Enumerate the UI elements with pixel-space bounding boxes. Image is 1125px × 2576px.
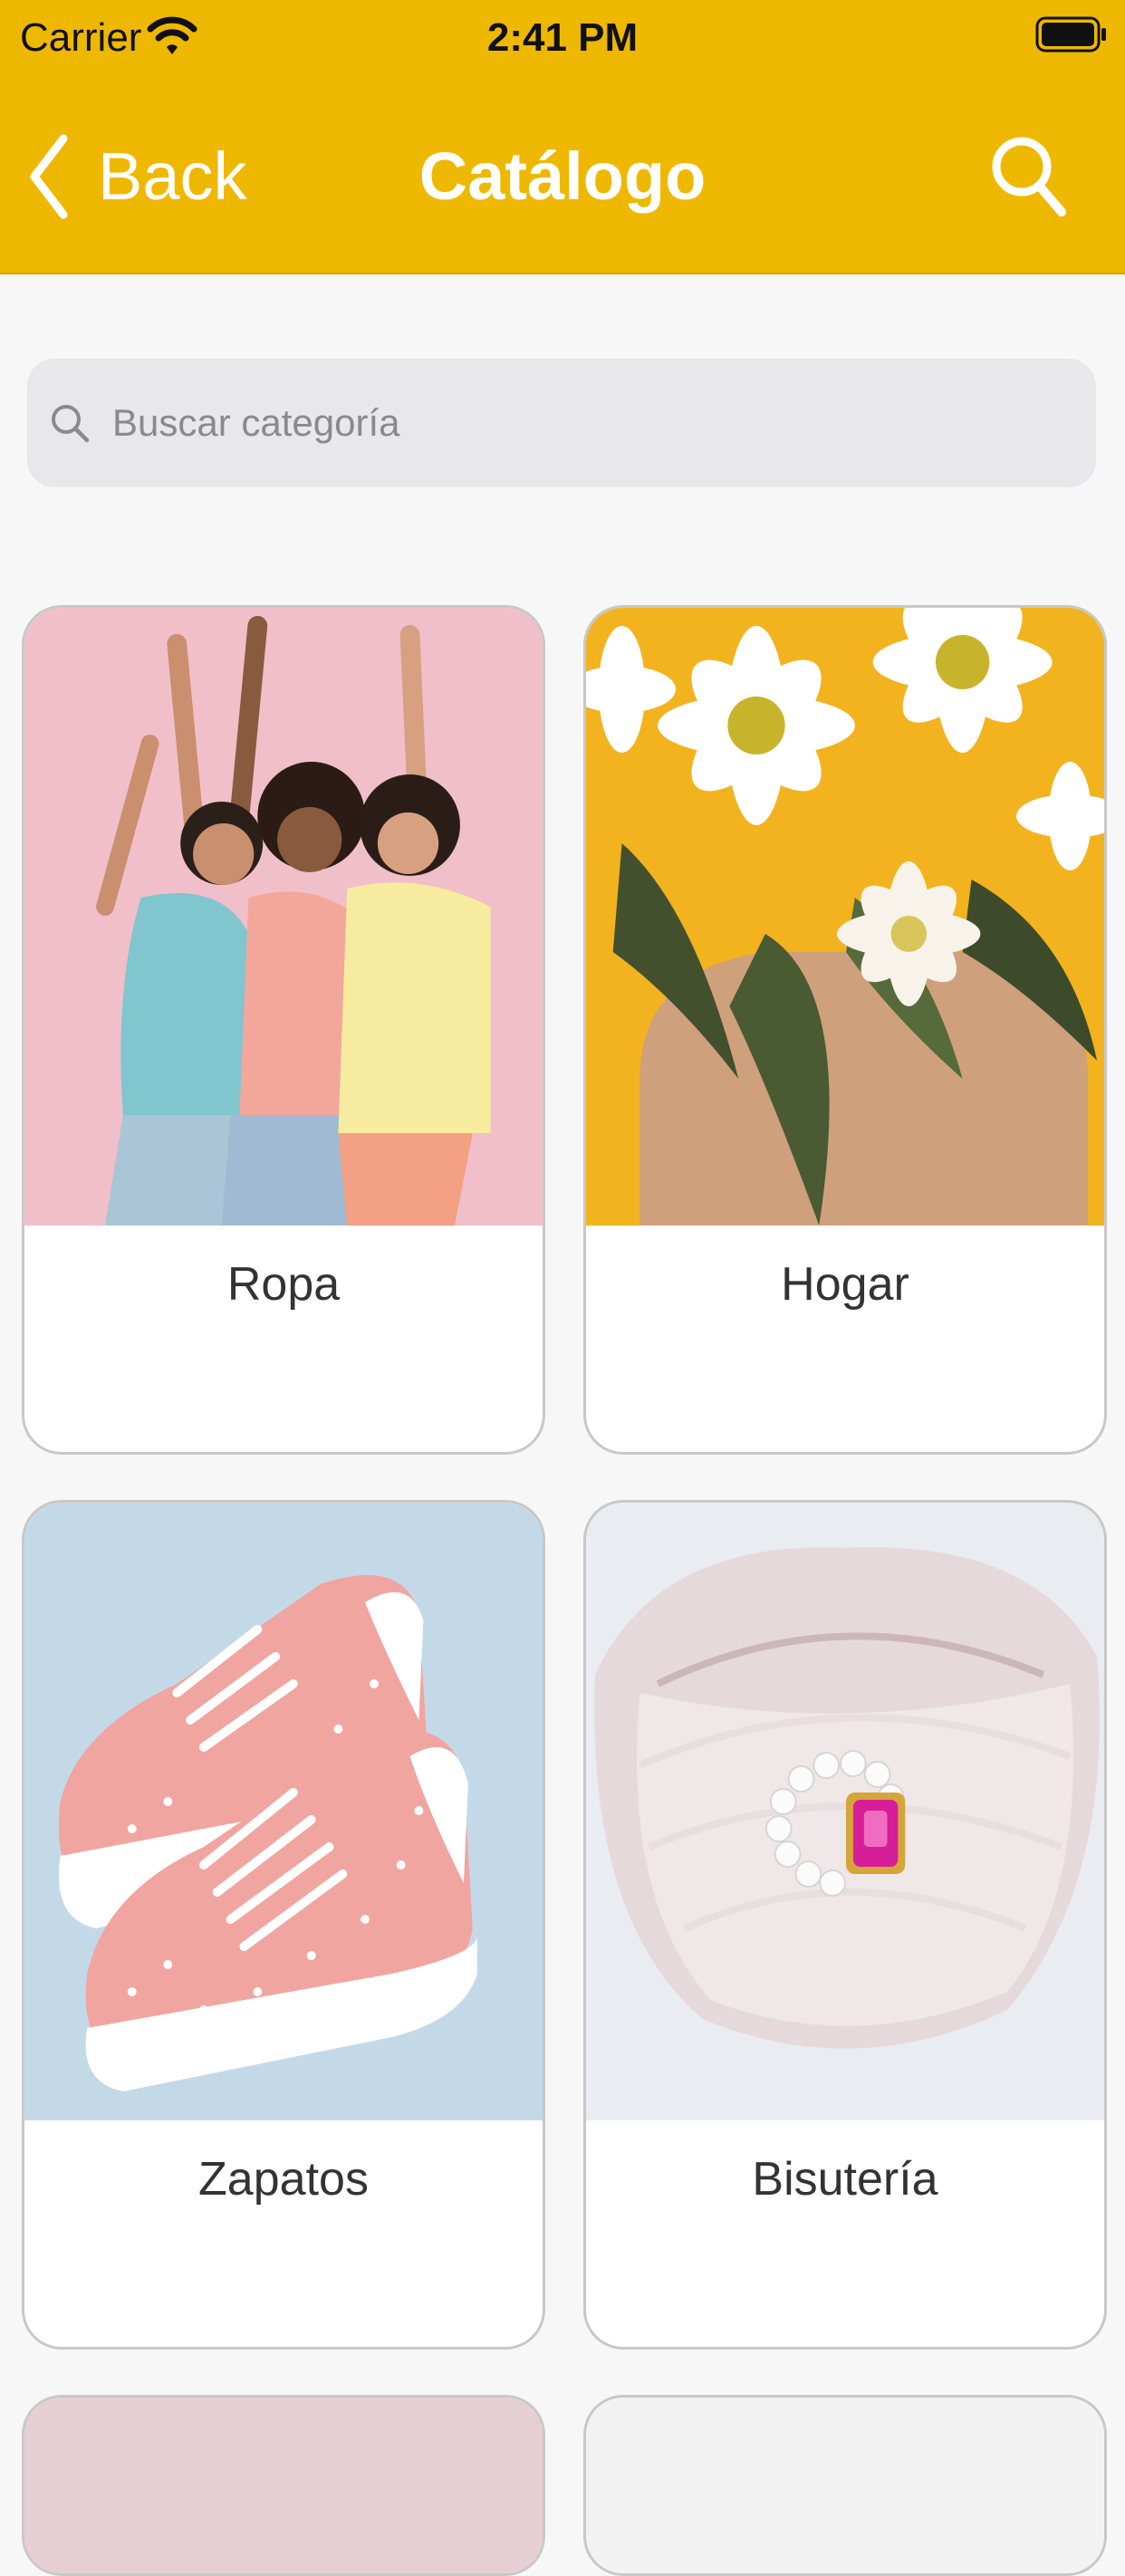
category-label: Bisutería xyxy=(752,2153,938,2206)
search-bar[interactable] xyxy=(27,359,1096,487)
search-input[interactable] xyxy=(111,377,1065,469)
search-icon[interactable] xyxy=(987,129,1069,225)
category-image-ropa xyxy=(24,608,543,1226)
category-image-partial xyxy=(586,2398,1104,2573)
category-card-bisuteria[interactable]: Bisutería xyxy=(583,1500,1107,2350)
category-image-partial xyxy=(24,2398,543,2573)
battery-icon xyxy=(1035,16,1106,53)
navigation-bar: Carrier 2:41 PM Back Catálogo xyxy=(0,0,1125,274)
category-card-ropa[interactable]: Ropa xyxy=(22,605,545,1455)
category-label: Ropa xyxy=(226,1258,341,1311)
category-image-zapatos xyxy=(24,1503,543,2120)
category-card-partial[interactable] xyxy=(22,2395,545,2576)
category-image-bisuteria xyxy=(586,1503,1104,2120)
category-label: Hogar xyxy=(781,1258,909,1311)
category-label: Zapatos xyxy=(198,2153,369,2206)
category-card-hogar[interactable]: Hogar xyxy=(583,605,1107,1455)
status-time: 2:41 PM xyxy=(486,15,639,60)
category-image-hogar xyxy=(586,608,1104,1226)
magnifier-icon xyxy=(52,405,90,443)
category-card-zapatos[interactable]: Zapatos xyxy=(22,1500,545,2350)
category-card-partial[interactable] xyxy=(583,2395,1107,2576)
page-title: Catálogo xyxy=(418,139,707,214)
